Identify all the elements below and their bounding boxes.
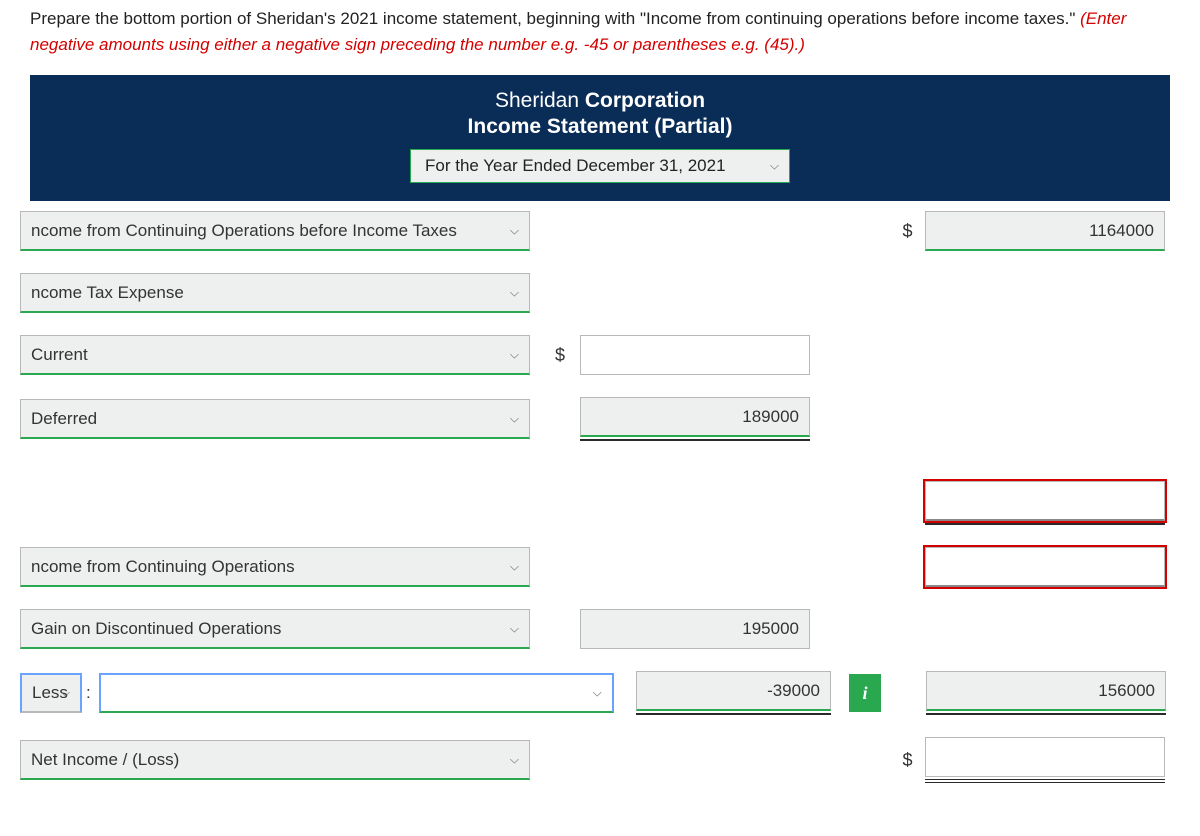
company-name: Sheridan Corporation [30,89,1170,113]
period-label: For the Year Ended December 31, 2021 [425,156,726,175]
amount-input[interactable]: 156000 [926,671,1166,711]
instruction-text: Prepare the bottom portion of Sheridan's… [30,9,1080,28]
line-item-select[interactable]: Deferred ⌵ [20,399,530,439]
amount-input[interactable]: -39000 [636,671,831,711]
instructions: Prepare the bottom portion of Sheridan's… [0,0,1200,75]
amount-input[interactable]: 1164000 [925,211,1165,251]
line-item-select[interactable]: ncome from Continuing Operations before … [20,211,530,251]
chevron-down-icon: ⌵ [61,686,70,701]
colon: : [86,683,91,703]
chevron-down-icon: ⌵ [593,686,602,701]
chevron-down-icon: ⌵ [510,752,519,767]
chevron-down-icon: ⌵ [510,411,519,426]
currency-symbol: $ [540,345,580,366]
row-income-before-taxes: ncome from Continuing Operations before … [0,211,1200,251]
amount-input[interactable]: 189000 [580,397,810,437]
line-item-select[interactable]: Net Income / (Loss) ⌵ [20,740,530,780]
info-icon[interactable]: i [849,674,881,712]
less-item-select[interactable]: ⌵ [99,673,614,713]
statement-title: Income Statement (Partial) [30,115,1170,139]
row-less: Less ⌵ : ⌵ -39000 i 156000 [0,671,1200,715]
row-total-tax [0,481,1200,525]
row-deferred: Deferred ⌵ 189000 [0,397,1200,441]
line-item-select[interactable]: Gain on Discontinued Operations ⌵ [20,609,530,649]
chevron-down-icon: ⌵ [510,559,519,574]
currency-symbol: $ [890,221,925,242]
row-net-income: Net Income / (Loss) ⌵ $ [0,737,1200,783]
amount-input[interactable] [580,335,810,375]
row-income-from-continuing-operations: ncome from Continuing Operations ⌵ [0,547,1200,587]
statement-header: Sheridan Corporation Income Statement (P… [30,75,1170,201]
currency-symbol: $ [890,750,925,771]
line-item-select[interactable]: ncome from Continuing Operations ⌵ [20,547,530,587]
period-select[interactable]: For the Year Ended December 31, 2021 ⌵ [410,149,790,183]
row-gain-on-discontinued-operations: Gain on Discontinued Operations ⌵ 195000 [0,609,1200,649]
row-income-tax-expense: ncome Tax Expense ⌵ [0,273,1200,313]
amount-input[interactable] [925,547,1165,587]
line-item-select[interactable]: ncome Tax Expense ⌵ [20,273,530,313]
chevron-down-icon: ⌵ [510,347,519,362]
line-item-select[interactable]: Current ⌵ [20,335,530,375]
amount-input[interactable] [925,481,1165,521]
row-current: Current ⌵ $ [0,335,1200,375]
statement-grid: ncome from Continuing Operations before … [0,211,1200,817]
amount-input[interactable] [925,737,1165,777]
chevron-down-icon: ⌵ [510,621,519,636]
chevron-down-icon: ⌵ [510,285,519,300]
amount-input[interactable]: 195000 [580,609,810,649]
less-select[interactable]: Less ⌵ [20,673,82,713]
chevron-down-icon: ⌵ [770,159,779,174]
chevron-down-icon: ⌵ [510,223,519,238]
